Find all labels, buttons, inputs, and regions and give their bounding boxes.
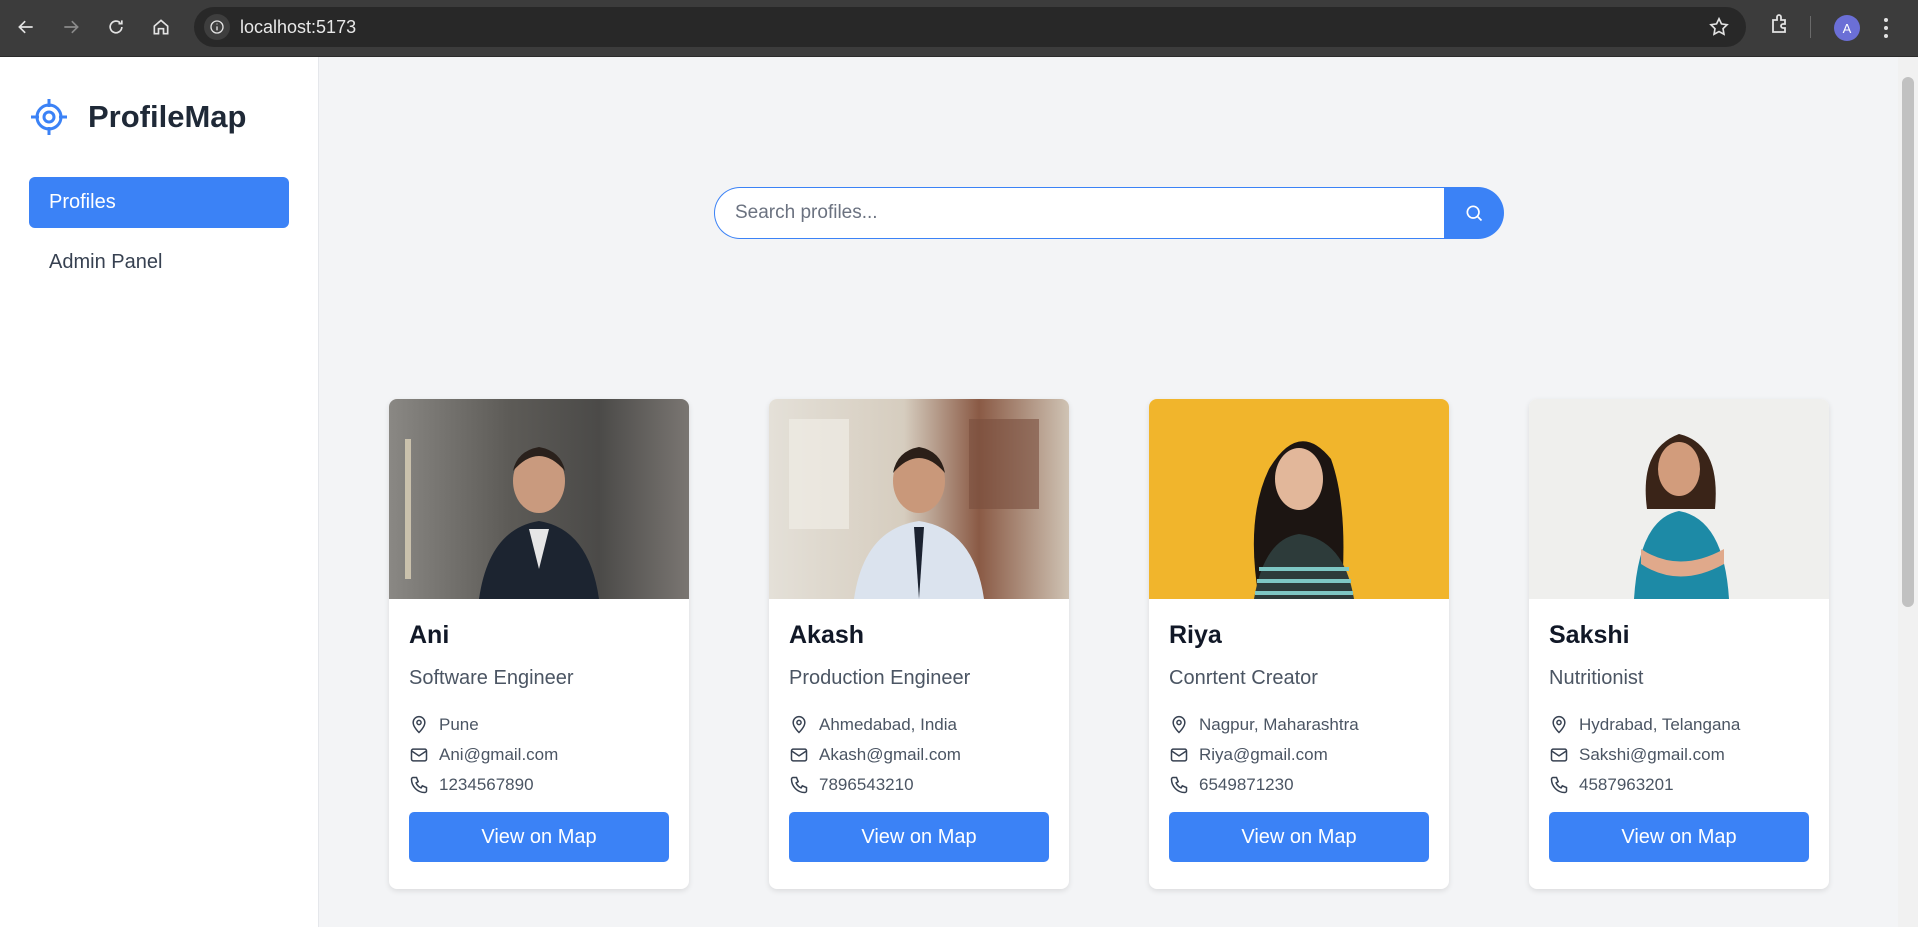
bookmark-star-icon[interactable] — [1708, 16, 1730, 43]
view-on-map-button[interactable]: View on Map — [789, 812, 1049, 862]
profile-phone: 4587963201 — [1549, 770, 1809, 800]
page-scrollbar[interactable] — [1898, 57, 1918, 927]
profile-role: Nutritionist — [1549, 667, 1644, 689]
search-icon — [1466, 205, 1483, 222]
profile-phone: 7896543210 — [789, 770, 1049, 800]
mail-icon — [790, 748, 808, 762]
location-text: Ahmedabad, India — [819, 715, 957, 734]
profile-email: Akash@gmail.com — [789, 740, 1049, 770]
location-text: Hydrabad, Telangana — [1579, 715, 1741, 734]
person-silhouette — [1634, 434, 1729, 599]
brand[interactable]: ProfileMap — [29, 97, 246, 137]
profile-avatar[interactable]: A — [1834, 15, 1860, 41]
map-pin-icon — [1552, 715, 1566, 734]
phone-icon — [1170, 776, 1188, 794]
extensions-icon[interactable] — [1768, 12, 1792, 41]
phone-text: 6549871230 — [1199, 775, 1294, 794]
profile-phone: 6549871230 — [1169, 770, 1429, 800]
phone-text: 7896543210 — [819, 775, 914, 794]
profile-photo — [1529, 399, 1829, 599]
profile-location: Hydrabad, Telangana — [1549, 710, 1809, 740]
forward-icon[interactable] — [54, 10, 88, 44]
brand-name: ProfileMap — [88, 99, 247, 134]
search-button[interactable] — [1444, 187, 1504, 239]
profile-name: Akash — [789, 621, 865, 649]
profile-location: Pune — [409, 710, 669, 740]
profile-location: Nagpur, Maharashtra — [1169, 710, 1429, 740]
mail-icon — [410, 748, 428, 762]
profile-card: Ani Software Engineer Pune Ani@gmail.com… — [389, 399, 689, 889]
email-text: Akash@gmail.com — [819, 745, 961, 764]
search-bar — [714, 187, 1504, 239]
email-text: Ani@gmail.com — [439, 745, 559, 764]
email-text: Riya@gmail.com — [1199, 745, 1328, 764]
map-pin-icon — [412, 715, 426, 734]
map-pin-icon — [1172, 715, 1186, 734]
mail-icon — [1170, 748, 1188, 762]
browser-toolbar: localhost:5173 A — [0, 0, 1918, 57]
phone-text: 4587963201 — [1579, 775, 1674, 794]
person-silhouette — [1253, 441, 1354, 599]
view-on-map-button[interactable]: View on Map — [409, 812, 669, 862]
profile-card: Riya Conrtent Creator Nagpur, Maharashtr… — [1149, 399, 1449, 889]
phone-icon — [790, 776, 808, 794]
profile-role: Production Engineer — [789, 667, 971, 689]
location-text: Pune — [439, 715, 479, 734]
phone-icon — [410, 776, 428, 794]
search-input[interactable] — [714, 187, 1444, 239]
mail-icon — [1550, 748, 1568, 762]
view-on-map-button[interactable]: View on Map — [1169, 812, 1429, 862]
view-on-map-button[interactable]: View on Map — [1549, 812, 1809, 862]
profile-role: Conrtent Creator — [1169, 667, 1318, 689]
sidebar: ProfileMap Profiles Admin Panel — [0, 57, 319, 927]
profile-name: Riya — [1169, 621, 1222, 649]
profile-photo — [1149, 399, 1449, 599]
site-info-icon[interactable] — [204, 14, 230, 40]
profile-photo — [769, 399, 1069, 599]
reload-icon[interactable] — [99, 10, 133, 44]
profile-card: Sakshi Nutritionist Hydrabad, Telangana … — [1529, 399, 1829, 889]
profile-photo — [389, 399, 689, 599]
email-text: Sakshi@gmail.com — [1579, 745, 1725, 764]
profile-email: Ani@gmail.com — [409, 740, 669, 770]
scrollbar-thumb[interactable] — [1902, 77, 1914, 607]
person-silhouette — [405, 439, 599, 599]
url-text: localhost:5173 — [240, 17, 357, 37]
location-text: Nagpur, Maharashtra — [1199, 715, 1359, 734]
back-icon[interactable] — [9, 10, 43, 44]
profile-email: Sakshi@gmail.com — [1549, 740, 1809, 770]
profile-role: Software Engineer — [409, 667, 574, 689]
profile-name: Ani — [409, 621, 450, 649]
profile-phone: 1234567890 — [409, 770, 669, 800]
home-icon[interactable] — [144, 10, 178, 44]
profile-name: Sakshi — [1549, 621, 1630, 649]
phone-icon — [1550, 776, 1568, 794]
profile-location: Ahmedabad, India — [789, 710, 1049, 740]
map-pin-icon — [792, 715, 806, 734]
sidebar-item-profiles[interactable]: Profiles — [29, 177, 289, 228]
address-bar[interactable]: localhost:5173 — [194, 7, 1746, 47]
toolbar-divider — [1810, 16, 1811, 38]
target-icon — [31, 99, 67, 135]
phone-text: 1234567890 — [439, 775, 534, 794]
main-content: Ani Software Engineer Pune Ani@gmail.com… — [320, 57, 1898, 927]
sidebar-item-admin-panel[interactable]: Admin Panel — [29, 237, 289, 288]
person-silhouette — [789, 419, 1039, 599]
profile-email: Riya@gmail.com — [1169, 740, 1429, 770]
menu-dots-icon[interactable] — [1882, 16, 1890, 45]
profile-card: Akash Production Engineer Ahmedabad, Ind… — [769, 399, 1069, 889]
